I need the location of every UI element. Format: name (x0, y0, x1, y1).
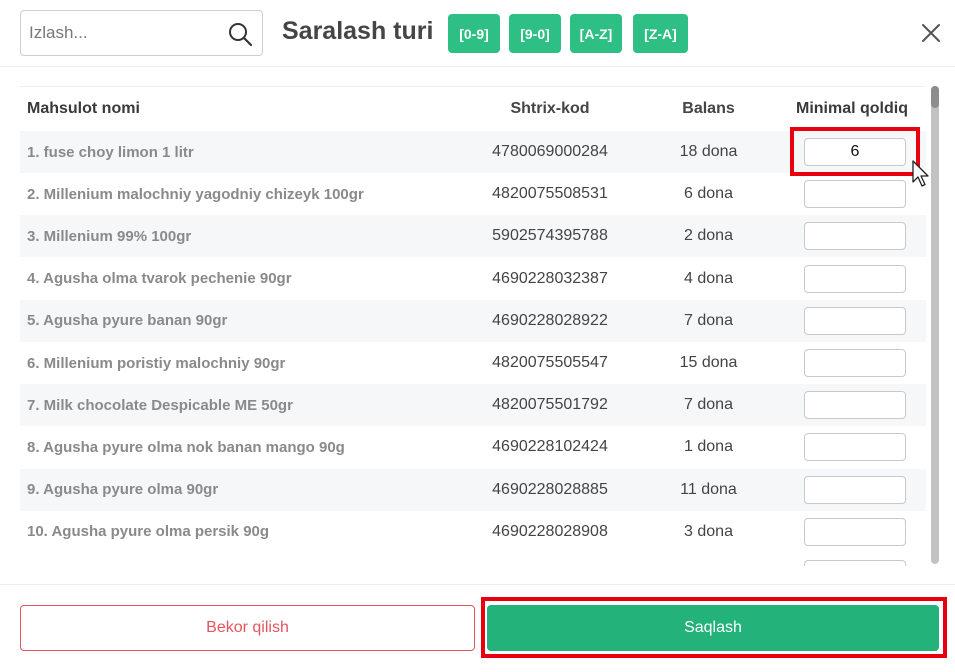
product-barcode: 4690228028885 (492, 480, 608, 498)
product-barcode: 4820075501792 (492, 396, 608, 414)
column-header-barcode: Shtrix-kod (510, 100, 590, 117)
product-name: 9. Agusha pyure olma 90gr (27, 481, 219, 499)
column-header-name: Mahsulot nomi (27, 100, 140, 117)
min-stock-input[interactable] (804, 180, 906, 209)
sort-desc-numeric-button[interactable]: [9-0] (509, 14, 561, 53)
search-input[interactable] (21, 11, 221, 55)
table-row: 10. Agusha pyure olma persik 90g 46902280… (20, 511, 926, 553)
cancel-button[interactable]: Bekor qilish (20, 605, 475, 651)
product-name: 7. Milk chocolate Despicable ME 50gr (27, 396, 293, 414)
table-header-row: Mahsulot nomi Shtrix-kod Balans Minimal … (20, 87, 926, 131)
min-stock-input[interactable] (804, 517, 906, 546)
table-row: 3. Millenium 99% 100gr 5902574395788 2 don… (20, 215, 926, 258)
min-stock-input[interactable] (804, 560, 906, 566)
product-balance: 3 dona (684, 522, 733, 540)
product-barcode: 4690228028922 (492, 311, 608, 329)
search-icon[interactable] (227, 21, 253, 47)
close-icon[interactable] (918, 20, 944, 46)
table-scrollbar[interactable] (930, 86, 940, 566)
product-balance: 1 dona (684, 438, 733, 456)
column-header-balance: Balans (682, 100, 735, 117)
table-row: 6. Millenium poristiy malochniy 90gr 4820… (20, 342, 926, 384)
product-barcode: 4780069000284 (492, 143, 608, 160)
table-row: 9. Agusha pyure olma 90gr 4690228028885 11… (20, 468, 926, 511)
product-name: 5. Agusha pyure banan 90gr (27, 312, 228, 330)
min-stock-input[interactable] (804, 349, 906, 377)
product-balance: 7 dona (684, 396, 733, 414)
min-stock-input[interactable] (804, 433, 906, 462)
product-barcode: 4820075508531 (492, 185, 608, 203)
product-balance: 4 dona (684, 269, 733, 287)
column-header-min-stock: Minimal qoldiq (796, 100, 908, 117)
product-balance: 6 dona (684, 185, 733, 203)
product-barcode: 5902574395788 (492, 227, 608, 245)
table-row: 5. Agusha pyure banan 90gr 4690228028922 7… (20, 299, 926, 342)
product-barcode: 4690228028908 (492, 522, 608, 540)
product-barcode: 4690228032387 (492, 269, 608, 287)
sort-desc-alpha-button[interactable]: [Z-A] (633, 14, 688, 53)
product-name: 10. Agusha pyure olma persik 90g (27, 523, 270, 541)
table-row: 4. Agusha olma tvarok pechenie 90gr 46902… (20, 258, 926, 300)
scrollbar-track (931, 86, 939, 564)
min-stock-input[interactable] (804, 264, 906, 293)
product-name: 3. Millenium 99% 100gr (27, 227, 192, 245)
product-name: 4. Agusha olma tvarok pechenie 90gr (27, 270, 292, 288)
min-stock-input[interactable] (804, 222, 906, 251)
product-barcode: 4690228102424 (492, 438, 608, 456)
table-row: 2. Millenium malochniy yagodniy chizeyk … (20, 173, 926, 215)
product-balance: 11 dona (680, 480, 737, 498)
product-balance: 2 dona (684, 227, 733, 245)
product-balance: 7 dona (684, 311, 733, 329)
product-name: 2. Millenium malochniy yagodniy chizeyk … (27, 185, 364, 203)
modal-header: Saralash turi [0-9] [9-0] [A-Z] [Z-A] (0, 0, 955, 67)
product-name: 8. Agusha pyure olma nok banan mango 90g (27, 438, 345, 456)
min-stock-input[interactable] (804, 391, 906, 420)
sort-asc-numeric-button[interactable]: [0-9] (448, 14, 500, 53)
min-stock-input[interactable] (804, 306, 906, 335)
sort-title: Saralash turi (282, 17, 434, 45)
min-stock-input[interactable] (804, 138, 906, 166)
products-table: Mahsulot nomi Shtrix-kod Balans Minimal … (20, 86, 926, 566)
min-stock-modal: Saralash turi [0-9] [9-0] [A-Z] [Z-A] Ma… (0, 0, 955, 672)
product-balance: 18 dona (679, 143, 738, 160)
product-balance: 15 dona (679, 354, 738, 371)
modal-footer: Bekor qilish Saqlash (0, 584, 955, 672)
table-row: 8. Agusha pyure olma nok banan mango 90g… (20, 426, 926, 468)
table-row: 1. fuse choy limon 1 litr 4780069000284 18… (20, 131, 926, 173)
min-stock-input[interactable] (804, 475, 906, 504)
product-name: 1. fuse choy limon 1 litr (27, 143, 194, 161)
sort-asc-alpha-button[interactable]: [A-Z] (570, 14, 622, 53)
save-button[interactable]: Saqlash (487, 605, 939, 651)
product-barcode: 4820075505547 (492, 354, 608, 371)
search-box (20, 10, 263, 56)
table-row: 7. Milk chocolate Despicable ME 50gr 4820… (20, 384, 926, 427)
product-name: 6. Millenium poristiy malochniy 90gr (27, 354, 286, 372)
scrollbar-thumb[interactable] (931, 86, 939, 108)
